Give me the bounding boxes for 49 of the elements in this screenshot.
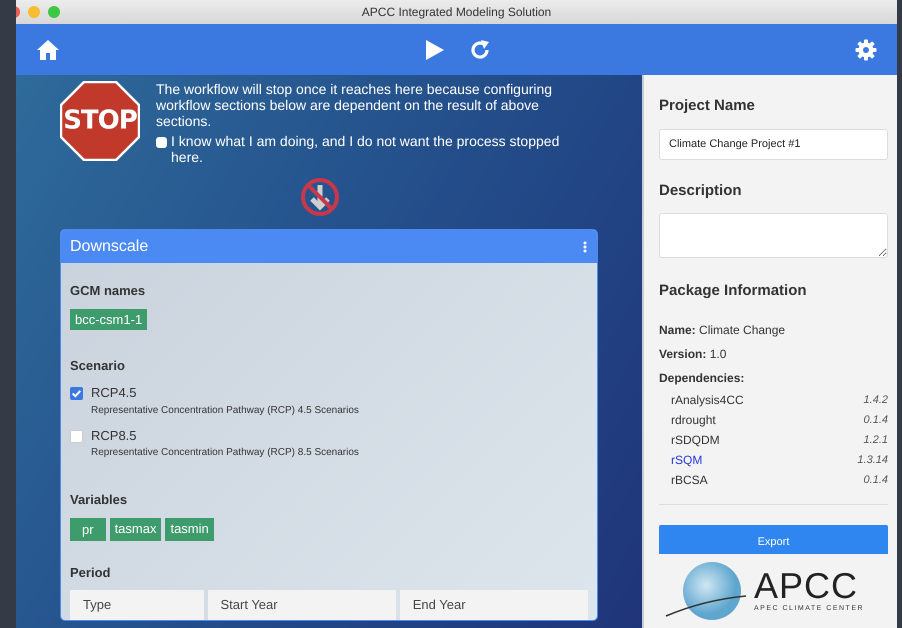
section-label: Period [70, 564, 112, 582]
stop-message: The workflow will stop once it reaches here because configuring workflow sections below are dependent on the result of above sections. [156, 81, 554, 129]
scenario-description: Representative Concentration Pathway (RCP) 8.5 Scenarios [91, 446, 359, 460]
scenario-checkbox[interactable] [70, 430, 83, 442]
section-label: GCM names [70, 282, 146, 300]
section-label: Scenario [70, 356, 126, 374]
reload-icon [468, 38, 490, 60]
globe-logo-icon [664, 560, 748, 622]
tag: pr [70, 518, 106, 540]
tag: tasmin [165, 518, 214, 540]
field-label: Project Name [659, 96, 756, 116]
section-label: Variables [70, 491, 128, 509]
override-label: I know what I am doing, and I do not want the process stopped here. [171, 133, 560, 165]
reload-button[interactable] [468, 38, 490, 60]
window-title: APCC Integrated Modeling Solution [362, 5, 552, 19]
no-downward-flow-icon [300, 177, 340, 217]
stop-sign-text: STOP [63, 104, 137, 138]
override-checkbox[interactable] [156, 137, 167, 148]
scenario-checkbox[interactable] [70, 387, 83, 400]
info-line: Version: 1.0 [659, 346, 728, 362]
description-field[interactable] [659, 213, 888, 258]
dependency-item[interactable]: rBCSA 0.1.4 [659, 470, 888, 490]
stop-sign-icon [60, 81, 140, 161]
dependency-item[interactable]: rSQM 1.3.14 [659, 450, 888, 470]
export-button[interactable]: Export [659, 524, 888, 556]
field-label: Description [659, 180, 743, 200]
column-header: Start Year [208, 590, 396, 620]
scenario-name: RCP4.5 [91, 384, 138, 402]
dependency-item[interactable]: rdrought 0.1.4 [659, 410, 888, 430]
scenario-description: Representative Concentration Pathway (RCP) 4.5 Scenarios [91, 404, 359, 418]
section-heading: Package Information [659, 281, 808, 301]
project-name-field[interactable]: Climate Change Project #1 [659, 128, 888, 160]
scenario-name: RCP8.5 [91, 426, 138, 444]
dependencies-label: Dependencies: [659, 370, 746, 386]
logo-name: APCC [754, 568, 858, 604]
play-button[interactable] [424, 38, 444, 60]
home-icon [36, 38, 60, 60]
column-header: Type [70, 590, 204, 620]
play-icon [424, 38, 444, 60]
more-options-button[interactable] [583, 240, 587, 252]
home-button[interactable] [36, 38, 60, 60]
panel-title: Downscale [70, 236, 148, 256]
column-header: End Year [400, 590, 588, 620]
kebab-menu-icon [583, 240, 587, 252]
dependency-item[interactable]: rAnalysis4CC 1.4.2 [659, 390, 888, 410]
info-line: Name: Climate Change [659, 322, 786, 338]
tag: tasmax [110, 518, 162, 540]
dependency-item[interactable]: rSDQDM 1.2.1 [659, 430, 888, 450]
tag: bcc-csm1-1 [70, 308, 148, 330]
